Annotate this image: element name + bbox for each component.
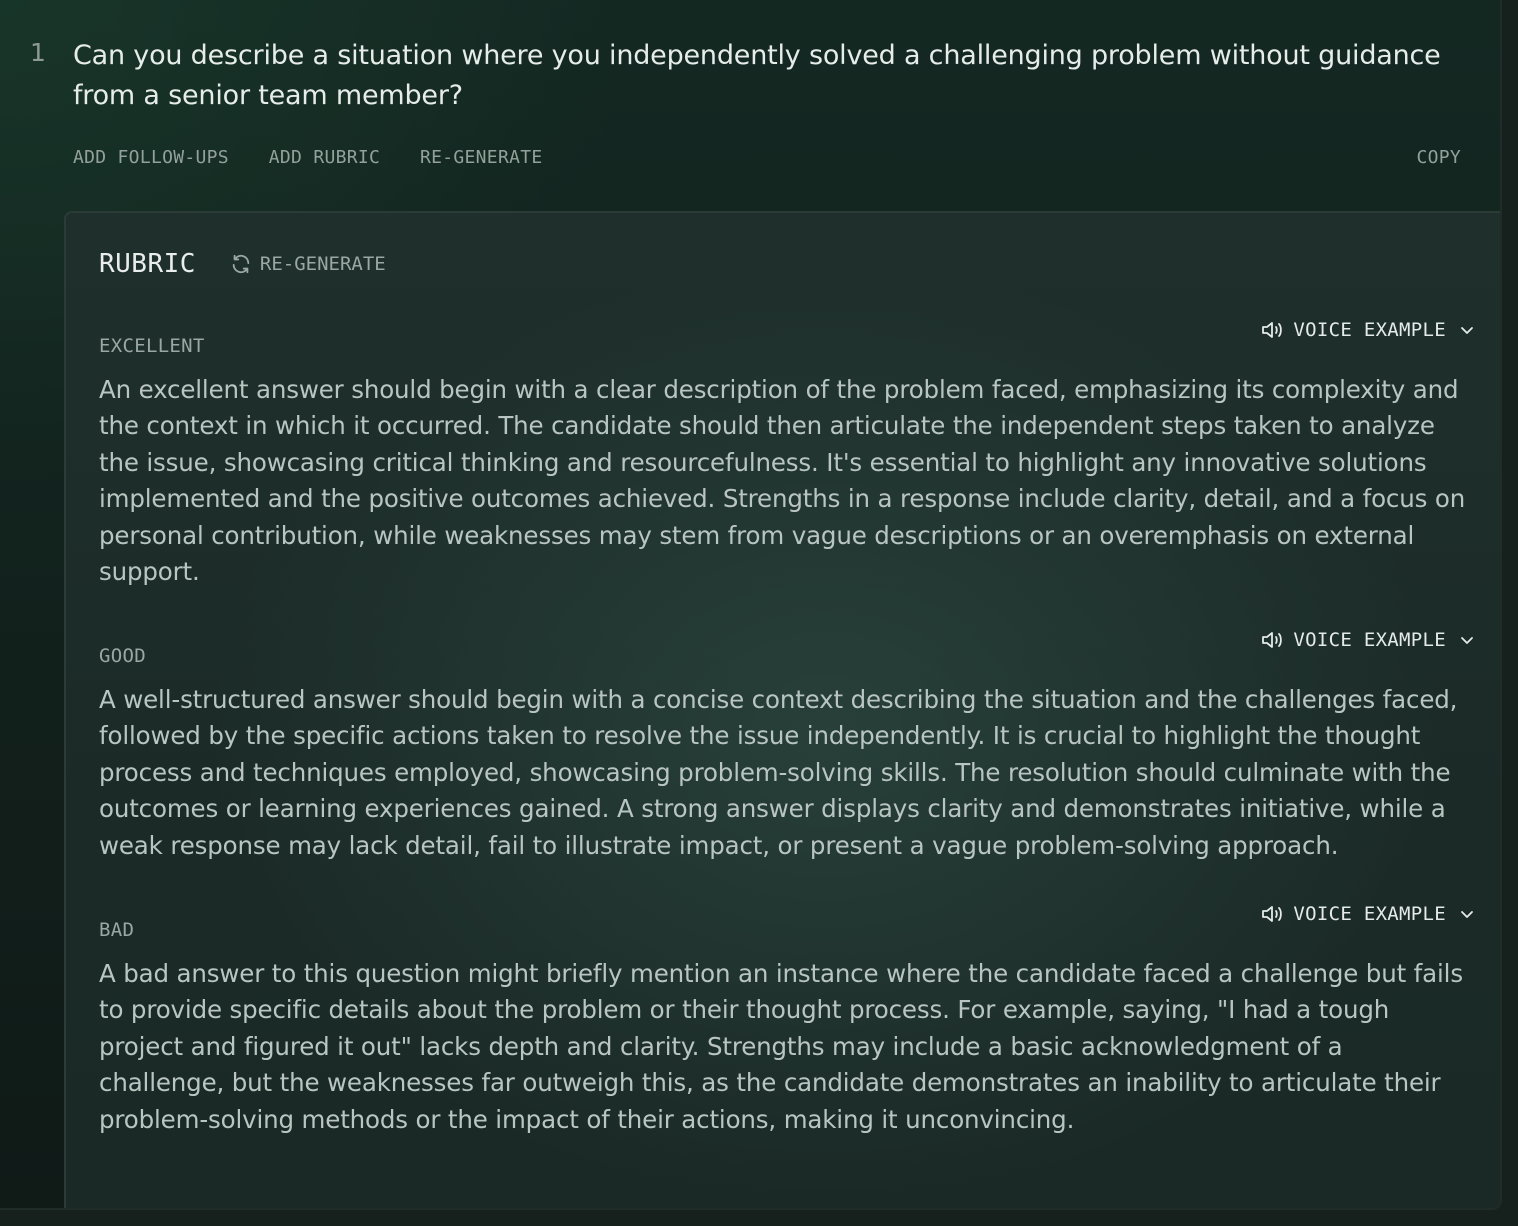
- question-text: Can you describe a situation where you i…: [73, 40, 1441, 111]
- add-rubric-button[interactable]: ADD RUBRIC: [269, 147, 380, 168]
- chevron-down-icon: [1461, 637, 1473, 644]
- question-number: 1: [30, 38, 46, 67]
- voice-example-button[interactable]: VOICE EXAMPLE: [1261, 903, 1474, 925]
- rubric-title: RUBRIC: [99, 249, 196, 279]
- refresh-icon: [232, 254, 250, 274]
- chevron-down-icon: [1461, 327, 1473, 334]
- section-label: EXCELLENT: [99, 335, 205, 357]
- question-actions: ADD FOLLOW-UPS ADD RUBRIC RE-GENERATE CO…: [73, 147, 1461, 173]
- section-label: GOOD: [99, 645, 146, 667]
- speaker-icon: [1262, 632, 1283, 648]
- add-followups-button[interactable]: ADD FOLLOW-UPS: [73, 147, 229, 168]
- section-label: BAD: [99, 919, 135, 941]
- section-description: A bad answer to this question might brie…: [99, 959, 1463, 1134]
- speaker-icon: [1262, 906, 1283, 922]
- rubric-header: RUBRIC RE-GENERATE: [99, 247, 386, 281]
- voice-example-label: VOICE EXAMPLE: [1293, 319, 1446, 341]
- section-description: A well-structured answer should begin wi…: [99, 685, 1458, 860]
- section-description: An excellent answer should begin with a …: [99, 375, 1466, 587]
- voice-example-label: VOICE EXAMPLE: [1293, 629, 1446, 651]
- chevron-down-icon: [1461, 911, 1473, 918]
- rubric-regenerate-button[interactable]: RE-GENERATE: [230, 253, 386, 275]
- question-panel: 1 Can you describe a situation where you…: [0, 0, 1502, 1210]
- speaker-icon: [1262, 322, 1283, 338]
- voice-example-label: VOICE EXAMPLE: [1293, 903, 1446, 925]
- voice-example-button[interactable]: VOICE EXAMPLE: [1261, 319, 1474, 341]
- regenerate-question-button[interactable]: RE-GENERATE: [420, 147, 543, 168]
- copy-button[interactable]: COPY: [1416, 147, 1461, 168]
- voice-example-button[interactable]: VOICE EXAMPLE: [1261, 629, 1474, 651]
- rubric-card: RUBRIC RE-GENERATE EXCELLENT VOICE EXAMP…: [64, 211, 1500, 1208]
- rubric-regenerate-label: RE-GENERATE: [259, 253, 386, 275]
